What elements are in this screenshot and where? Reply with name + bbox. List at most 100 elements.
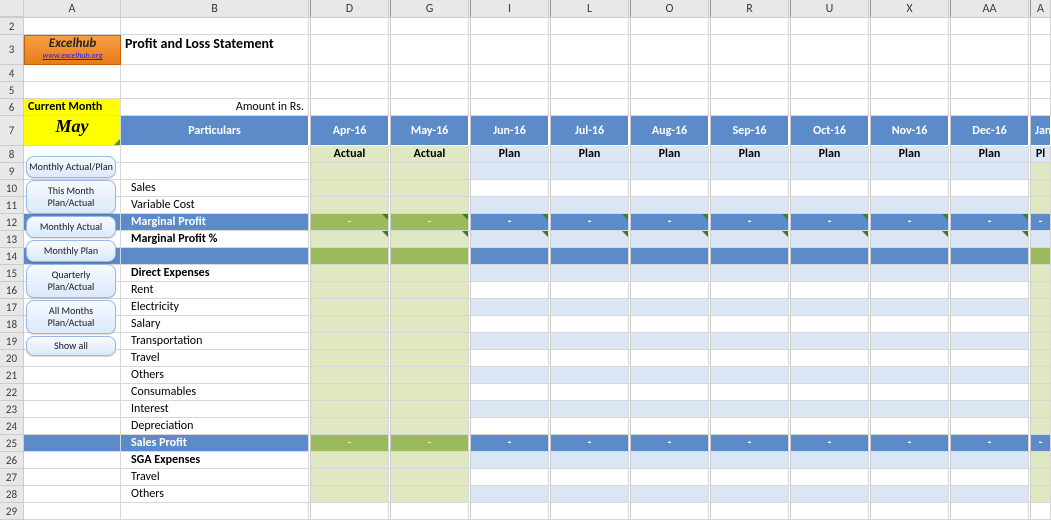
selectall-corner[interactable] xyxy=(0,0,24,17)
c[interactable] xyxy=(24,452,121,469)
mprofit-cell[interactable]: - xyxy=(951,214,1029,231)
month-cell[interactable] xyxy=(711,248,789,265)
month-cell[interactable] xyxy=(631,65,709,82)
month-cell-overflow[interactable] xyxy=(1031,367,1051,384)
month-cell[interactable] xyxy=(551,282,629,299)
month-cell[interactable] xyxy=(551,486,629,503)
month-cell[interactable] xyxy=(391,384,469,401)
month-cell-overflow[interactable] xyxy=(1031,316,1051,333)
month-cell[interactable] xyxy=(871,265,949,282)
month-cell[interactable] xyxy=(631,401,709,418)
row-label[interactable]: Direct Expenses xyxy=(121,265,309,282)
plan-actual-cell[interactable]: Actual xyxy=(391,146,469,163)
dropdown-notch-icon[interactable] xyxy=(113,138,121,146)
mprofit-cell[interactable]: - xyxy=(711,214,789,231)
month-cell[interactable] xyxy=(711,299,789,316)
month-cell[interactable] xyxy=(711,486,789,503)
month-cell[interactable] xyxy=(791,316,869,333)
row-label[interactable]: Transportation xyxy=(121,333,309,350)
month-cell[interactable] xyxy=(471,486,549,503)
month-cell-overflow[interactable] xyxy=(1031,180,1051,197)
col-header-I[interactable]: I xyxy=(471,0,549,17)
plan-actual-cell[interactable]: Plan xyxy=(631,146,709,163)
month-cell[interactable] xyxy=(871,367,949,384)
month-cell[interactable] xyxy=(471,384,549,401)
sprofit-cell[interactable]: - xyxy=(791,435,869,452)
month-cell[interactable] xyxy=(471,401,549,418)
col-header-AA[interactable]: AA xyxy=(951,0,1029,17)
month-cell[interactable] xyxy=(391,486,469,503)
month-cell[interactable] xyxy=(871,316,949,333)
month-cell[interactable] xyxy=(311,350,389,367)
month-cell[interactable] xyxy=(471,163,549,180)
month-cell[interactable] xyxy=(631,99,709,116)
plan-actual-cell[interactable]: Actual xyxy=(311,146,389,163)
row-label[interactable]: Interest xyxy=(121,401,309,418)
month-cell[interactable] xyxy=(951,248,1029,265)
month-cell-overflow[interactable] xyxy=(1031,452,1051,469)
col-header-O[interactable]: O xyxy=(631,0,709,17)
month-cell[interactable] xyxy=(711,282,789,299)
month-cell[interactable] xyxy=(391,99,469,116)
month-cell-overflow[interactable] xyxy=(1031,18,1051,35)
month-cell[interactable] xyxy=(471,248,549,265)
sprofit-cell[interactable]: - xyxy=(471,435,549,452)
month-cell[interactable] xyxy=(951,282,1029,299)
month-cell[interactable] xyxy=(391,35,469,65)
month-cell[interactable] xyxy=(871,384,949,401)
month-cell-overflow[interactable] xyxy=(1031,163,1051,180)
c[interactable] xyxy=(121,163,309,180)
row-header-19[interactable]: 19 xyxy=(0,333,24,350)
month-cell[interactable] xyxy=(631,35,709,65)
month-cell[interactable] xyxy=(551,82,629,99)
c[interactable]: - xyxy=(1031,214,1051,231)
month-cell[interactable] xyxy=(951,333,1029,350)
month-cell[interactable] xyxy=(391,265,469,282)
sprofit-cell[interactable]: - xyxy=(311,435,389,452)
c[interactable] xyxy=(1031,231,1051,248)
month-cell[interactable] xyxy=(951,418,1029,435)
c[interactable] xyxy=(24,384,121,401)
month-header[interactable]: Oct-16 xyxy=(791,116,869,146)
month-cell[interactable] xyxy=(951,197,1029,214)
month-cell[interactable] xyxy=(631,384,709,401)
month-cell[interactable] xyxy=(471,65,549,82)
month-cell[interactable] xyxy=(551,35,629,65)
month-header[interactable]: Apr-16 xyxy=(311,116,389,146)
month-cell[interactable] xyxy=(391,469,469,486)
month-cell[interactable] xyxy=(391,163,469,180)
month-cell[interactable] xyxy=(631,469,709,486)
row-header-17[interactable]: 17 xyxy=(0,299,24,316)
month-cell[interactable] xyxy=(711,82,789,99)
month-cell[interactable] xyxy=(871,248,949,265)
row-header-29[interactable]: 29 xyxy=(0,503,24,520)
month-cell[interactable] xyxy=(711,316,789,333)
c[interactable]: - xyxy=(1031,435,1051,452)
month-cell[interactable] xyxy=(471,316,549,333)
month-cell[interactable] xyxy=(791,367,869,384)
month-cell[interactable] xyxy=(791,469,869,486)
c[interactable] xyxy=(24,82,121,99)
month-cell[interactable] xyxy=(791,18,869,35)
month-cell[interactable] xyxy=(791,248,869,265)
sprofit-cell[interactable]: - xyxy=(711,435,789,452)
plan-actual-cell[interactable]: Plan xyxy=(871,146,949,163)
row-header-7[interactable]: 7 xyxy=(0,116,24,146)
month-cell[interactable] xyxy=(711,265,789,282)
month-cell-overflow[interactable] xyxy=(1031,469,1051,486)
month-cell[interactable] xyxy=(311,503,389,520)
month-cell[interactable] xyxy=(551,418,629,435)
view-button-5[interactable]: All Months Plan/Actual xyxy=(26,300,116,334)
month-cell[interactable] xyxy=(391,180,469,197)
row-header-21[interactable]: 21 xyxy=(0,367,24,384)
month-cell[interactable] xyxy=(871,99,949,116)
row-header-23[interactable]: 23 xyxy=(0,401,24,418)
cell[interactable] xyxy=(24,18,121,35)
month-cell-overflow[interactable] xyxy=(1031,486,1051,503)
mprofitpct-cell[interactable] xyxy=(871,231,949,248)
month-cell[interactable] xyxy=(951,65,1029,82)
month-cell[interactable] xyxy=(951,469,1029,486)
sprofit-cell[interactable]: - xyxy=(631,435,709,452)
month-cell[interactable] xyxy=(471,35,549,65)
month-cell[interactable] xyxy=(551,350,629,367)
